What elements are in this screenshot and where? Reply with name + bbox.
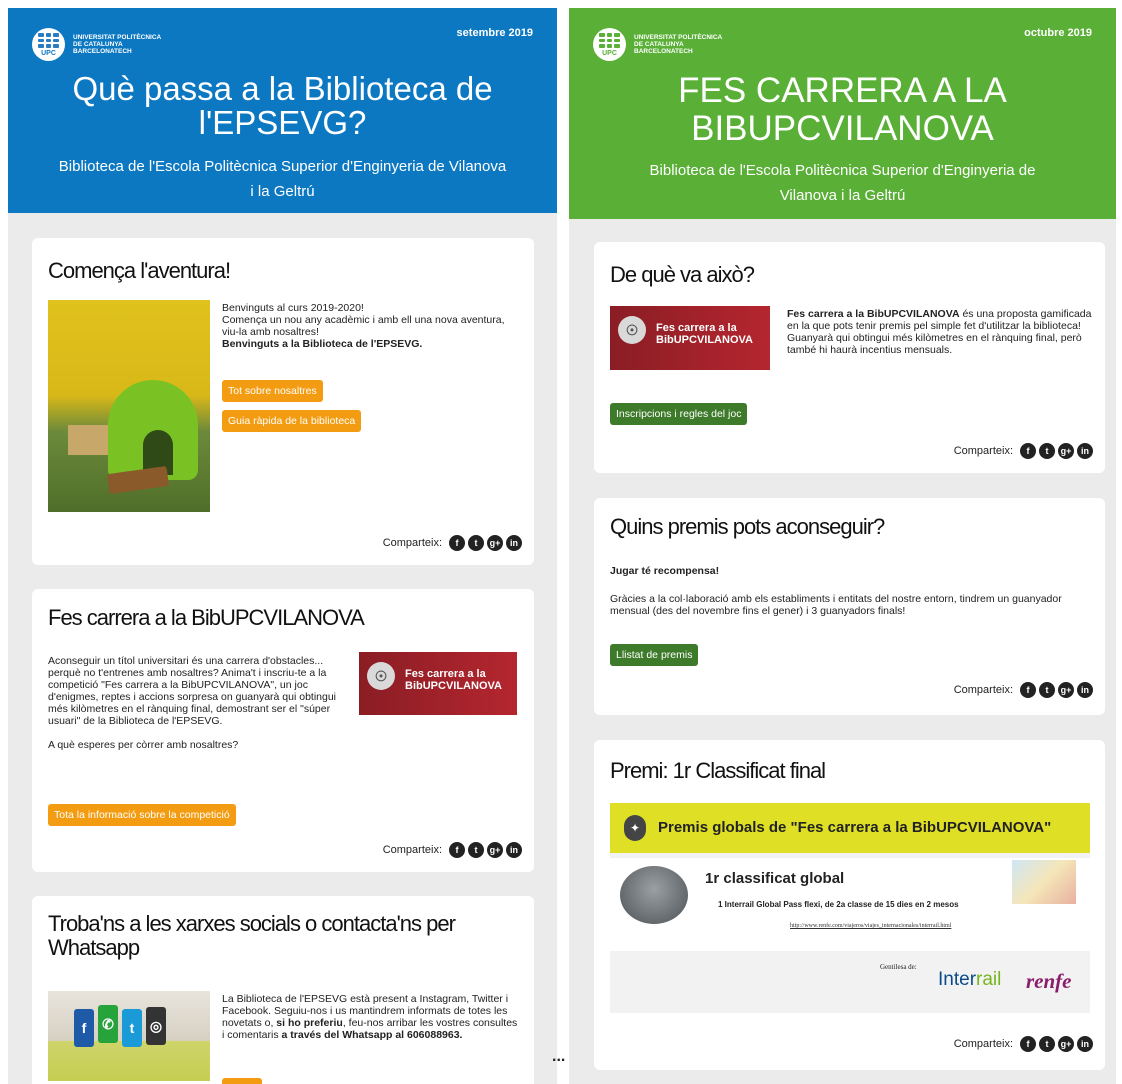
share-bar: Comparteix: f t g+ in bbox=[954, 1036, 1093, 1052]
linkedin-icon[interactable]: in bbox=[1077, 1036, 1093, 1052]
prize-list-button[interactable]: Llistat de premis bbox=[610, 644, 699, 666]
newsletter-september: UPC UNIVERSITAT POLITÈCNICA DE CATALUNYA… bbox=[8, 8, 557, 1084]
google-plus-icon[interactable]: g+ bbox=[1058, 443, 1074, 459]
twitter-icon[interactable]: t bbox=[1039, 1036, 1055, 1052]
facebook-icon[interactable]: f bbox=[449, 535, 465, 551]
google-plus-icon[interactable]: g+ bbox=[1058, 682, 1074, 698]
card-heading: Fes carrera a la BibUPCVILANOVA bbox=[48, 605, 365, 630]
upc-logo[interactable]: UPC UNIVERSITAT POLITÈCNICA DE CATALUNYA… bbox=[593, 28, 722, 61]
social-button[interactable] bbox=[222, 1078, 262, 1084]
card-heading: Comença l'aventura! bbox=[48, 258, 231, 283]
prizes-lead: Jugar té recompensa! bbox=[610, 565, 720, 577]
university-name: UNIVERSITAT POLITÈCNICA DE CATALUNYA BAR… bbox=[73, 34, 162, 55]
share-bar: Comparteix: f t g+ in bbox=[954, 682, 1093, 698]
competition-banner: ☉ Fes carrera a la BibUPCVILANOVA bbox=[610, 306, 770, 370]
facebook-icon[interactable]: f bbox=[1020, 682, 1036, 698]
linkedin-icon[interactable]: in bbox=[506, 535, 522, 551]
card-about-game: De què va això? ☉ Fes carrera a la BibUP… bbox=[594, 242, 1105, 473]
twitter-icon[interactable]: t bbox=[1039, 682, 1055, 698]
facebook-icon[interactable]: f bbox=[1020, 443, 1036, 459]
google-plus-icon[interactable]: g+ bbox=[487, 535, 503, 551]
page-title: Què passa a la Biblioteca de l'EPSEVG? bbox=[72, 70, 493, 141]
map-photo bbox=[1012, 860, 1076, 904]
card-social: Troba'ns a les xarxes socials o contacta… bbox=[32, 896, 534, 1084]
share-bar: Comparteix: f t g+ in bbox=[383, 535, 522, 551]
twitter-icon[interactable]: t bbox=[468, 842, 484, 858]
linkedin-icon[interactable]: in bbox=[506, 842, 522, 858]
card-heading: Premi: 1r Classificat final bbox=[610, 758, 826, 783]
interrail-logo: Interrail bbox=[938, 969, 1002, 990]
runner-icon: ☉ bbox=[618, 316, 646, 344]
card-welcome: Comença l'aventura! Benvinguts al curs 2… bbox=[32, 238, 534, 565]
about-game-text: Fes carrera a la BibUPCVILANOVA és una p… bbox=[787, 308, 1092, 356]
issue-date: setembre 2019 bbox=[456, 27, 533, 39]
card-competition: Fes carrera a la BibUPCVILANOVA Aconsegu… bbox=[32, 589, 534, 872]
newsletter-october: UPC UNIVERSITAT POLITÈCNICA DE CATALUNYA… bbox=[569, 8, 1116, 1084]
header: UPC UNIVERSITAT POLITÈCNICA DE CATALUNYA… bbox=[569, 8, 1116, 219]
card-prizes: Quins premis pots aconseguir? Jugar té r… bbox=[594, 498, 1105, 715]
facebook-icon[interactable]: f bbox=[1020, 1036, 1036, 1052]
rules-button[interactable]: Inscripcions i regles del joc bbox=[610, 403, 748, 425]
facebook-icon[interactable]: f bbox=[449, 842, 465, 858]
upc-logo-icon: UPC bbox=[32, 28, 65, 61]
about-us-button[interactable]: Tot sobre nosaltres bbox=[222, 380, 323, 402]
header: UPC UNIVERSITAT POLITÈCNICA DE CATALUNYA… bbox=[8, 8, 557, 213]
linkedin-icon[interactable]: in bbox=[1077, 682, 1093, 698]
prize-image: ✦ Premis globals de "Fes carrera a la Bi… bbox=[610, 803, 1090, 1013]
linkedin-icon[interactable]: in bbox=[1077, 443, 1093, 459]
renfe-logo: renfe bbox=[1026, 969, 1072, 993]
university-name: UNIVERSITAT POLITÈCNICA DE CATALUNYA BAR… bbox=[634, 34, 723, 55]
google-plus-icon[interactable]: g+ bbox=[1058, 1036, 1074, 1052]
stadium-photo bbox=[620, 866, 688, 924]
card-heading: Quins premis pots aconseguir? bbox=[610, 514, 885, 539]
upc-logo-icon: UPC bbox=[593, 28, 626, 61]
library-tent-photo bbox=[48, 300, 210, 512]
quick-guide-button[interactable]: Guia ràpida de la biblioteca bbox=[222, 410, 362, 432]
page-subtitle: Biblioteca de l'Escola Politècnica Super… bbox=[58, 158, 507, 200]
welcome-text: Benvinguts al curs 2019-2020! Comença un… bbox=[222, 302, 505, 350]
runner-icon: ☉ bbox=[367, 662, 395, 690]
competition-text: Aconseguir un títol universitari és una … bbox=[48, 655, 337, 751]
page-title: FES CARRERA A LA BIBUPCVILANOVA bbox=[678, 71, 1007, 148]
more-ellipsis: ... bbox=[552, 1048, 566, 1065]
competition-banner: ☉ Fes carrera a la BibUPCVILANOVA bbox=[359, 652, 517, 715]
twitter-icon[interactable]: t bbox=[1039, 443, 1055, 459]
card-heading: De què va això? bbox=[610, 262, 755, 287]
share-bar: Comparteix: f t g+ in bbox=[954, 443, 1093, 459]
issue-date: octubre 2019 bbox=[1024, 27, 1092, 39]
google-plus-icon[interactable]: g+ bbox=[487, 842, 503, 858]
page-subtitle: Biblioteca de l'Escola Politècnica Super… bbox=[649, 162, 1036, 204]
medal-icon: ✦ bbox=[624, 815, 646, 841]
upc-logo[interactable]: UPC UNIVERSITAT POLITÈCNICA DE CATALUNYA… bbox=[32, 28, 161, 61]
twitter-icon[interactable]: t bbox=[468, 535, 484, 551]
prize-link[interactable]: http://www.renfe.com/viajeros/viajes_int… bbox=[790, 923, 951, 929]
card-first-prize: Premi: 1r Classificat final ✦ Premis glo… bbox=[594, 740, 1105, 1070]
share-bar: Comparteix: f t g+ in bbox=[383, 842, 522, 858]
social-media-photo: f ✆ t ◎ bbox=[48, 991, 210, 1081]
competition-info-button[interactable]: Tota la informació sobre la competició bbox=[48, 804, 236, 826]
card-heading: Troba'ns a les xarxes socials o contacta… bbox=[48, 911, 456, 960]
social-text: La Biblioteca de l'EPSEVG està present a… bbox=[222, 993, 518, 1041]
prizes-text: Gràcies a la col·laboració amb els estab… bbox=[610, 593, 1062, 617]
